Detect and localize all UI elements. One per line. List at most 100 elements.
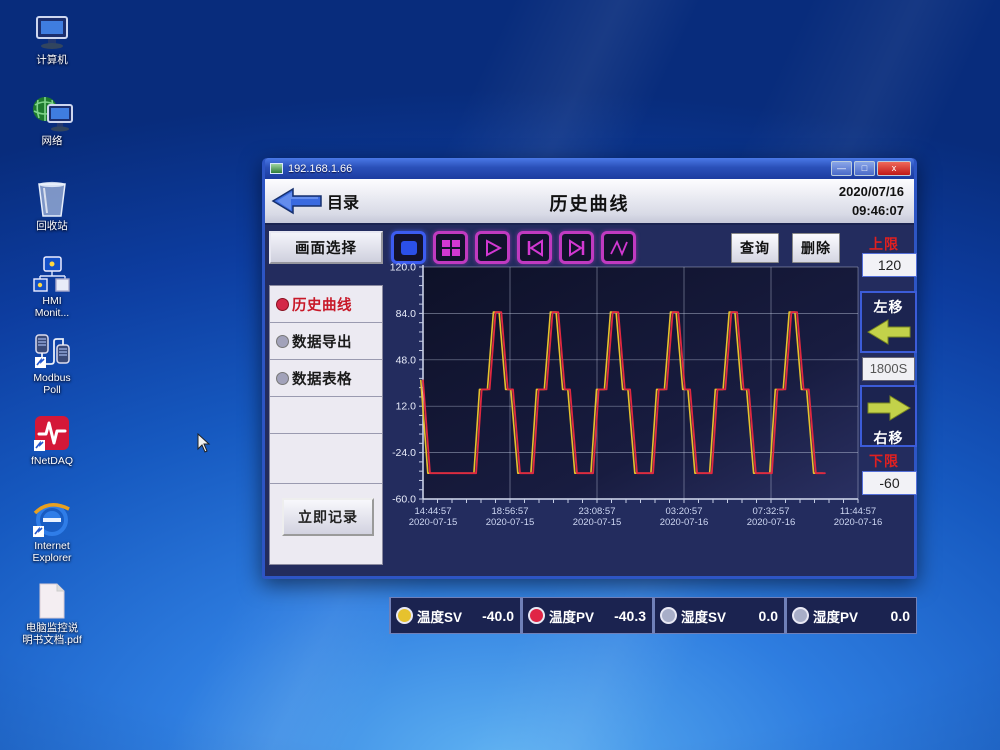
desktop-icon-fnetdaq[interactable]: fNetDAQ (10, 415, 94, 467)
sidebar-empty-row (270, 434, 382, 484)
sidebar-menu: 历史曲线 数据导出 数据表格 立即记录 (269, 285, 383, 565)
legend-item-temp-pv[interactable]: 温度PV -40.3 (521, 597, 653, 634)
chart-canvas: 120.084.048.012.0-24.0-60.014:44:572020-… (385, 261, 925, 533)
icon-label: Explorer (32, 552, 71, 564)
skip-to-start-button[interactable] (517, 231, 552, 264)
window-body: 画面选择 历史曲线 数据导出 数据表格 立即记录 (265, 225, 914, 576)
series-color-dot (660, 607, 677, 624)
datetime-display: 2020/07/16 09:46:07 (839, 182, 904, 220)
play-icon (483, 239, 503, 257)
legend-item-humid-pv[interactable]: 湿度PV 0.0 (785, 597, 917, 634)
series-color-dot (792, 607, 809, 624)
svg-text:2020-07-16: 2020-07-16 (834, 517, 883, 528)
icon-label: 明书文档.pdf (22, 634, 82, 646)
skip-to-end-button[interactable] (559, 231, 594, 264)
icon-label: 电脑监控说 (26, 622, 79, 634)
svg-text:11:44:57: 11:44:57 (840, 506, 876, 517)
icon-label: 网络 (42, 135, 63, 147)
series-label: 温度SV (417, 606, 462, 626)
svg-text:03:20:57: 03:20:57 (666, 506, 703, 517)
curve-mode-button[interactable] (601, 231, 636, 264)
maximize-button[interactable]: □ (854, 161, 875, 176)
series-color-dot (396, 607, 413, 624)
svg-text:48.0: 48.0 (396, 354, 417, 366)
network-icon (10, 95, 94, 133)
pdf-document-icon (10, 582, 94, 620)
app-icon (270, 163, 283, 174)
computer-icon (10, 14, 94, 52)
window-header: 目录 历史曲线 2020/07/16 09:46:07 (265, 179, 914, 225)
svg-text:07:32:57: 07:32:57 (753, 506, 790, 517)
series-color-dot (528, 607, 545, 624)
skip-end-icon (567, 239, 587, 257)
icon-label: Poll (43, 384, 61, 396)
recycle-bin-icon (10, 180, 94, 218)
window-title: 192.168.1.66 (288, 163, 829, 175)
date-text: 2020/07/16 (839, 182, 904, 201)
play-button[interactable] (475, 231, 510, 264)
modbus-poll-icon (10, 332, 94, 370)
radio-dot-icon (276, 298, 289, 311)
svg-text:2020-07-15: 2020-07-15 (573, 517, 622, 528)
current-screen-button[interactable] (391, 231, 426, 264)
upper-limit-label: 上限 (869, 234, 899, 254)
desktop-icon-pdf-document[interactable]: 电脑监控说明书文档.pdf (10, 582, 94, 646)
svg-text:14:44:57: 14:44:57 (415, 506, 452, 517)
time-text: 09:46:07 (839, 201, 904, 220)
icon-label: 回收站 (36, 220, 68, 232)
icon-label: Internet (34, 540, 70, 552)
window-titlebar[interactable]: 192.168.1.66 — □ x (265, 158, 914, 179)
desktop-icon-internet-explorer[interactable]: InternetExplorer (10, 500, 94, 564)
query-button[interactable]: 查询 (731, 233, 779, 263)
series-legend: 温度SV -40.0 温度PV -40.3 湿度SV 0.0 湿度PV 0.0 (389, 597, 917, 634)
svg-text:-60.0: -60.0 (392, 494, 416, 506)
sidebar-item-data-table[interactable]: 数据表格 (270, 360, 382, 397)
skip-start-icon (525, 239, 545, 257)
svg-text:120.0: 120.0 (390, 262, 416, 274)
series-value: -40.0 (482, 608, 514, 624)
sidebar-item-label: 历史曲线 (292, 294, 352, 315)
svg-text:2020-07-15: 2020-07-15 (409, 517, 458, 528)
series-value: 0.0 (759, 608, 778, 624)
hmi-monitor-icon (10, 255, 94, 293)
svg-text:23:08:57: 23:08:57 (579, 506, 616, 517)
desktop-icon-computer[interactable]: 计算机 (10, 14, 94, 66)
curve-icon (609, 239, 629, 257)
series-label: 湿度PV (813, 606, 858, 626)
desktop-icon-network[interactable]: 网络 (10, 95, 94, 147)
minimize-button[interactable]: — (831, 161, 852, 176)
sidebar-item-history-curve[interactable]: 历史曲线 (270, 286, 382, 323)
svg-text:2020-07-16: 2020-07-16 (747, 517, 796, 528)
sidebar-item-label: 数据导出 (292, 331, 352, 352)
grid-icon (441, 239, 461, 257)
sidebar-empty-row (270, 397, 382, 434)
icon-label: fNetDAQ (31, 455, 73, 467)
series-label: 温度PV (549, 606, 594, 626)
sidebar-header: 画面选择 (269, 231, 383, 264)
fnetdaq-icon (10, 415, 94, 453)
icon-label: Monit... (35, 307, 69, 319)
hmi-window: 192.168.1.66 — □ x 目录 历史曲线 2020/07/16 09… (262, 158, 917, 579)
sidebar-item-label: 数据表格 (292, 368, 352, 389)
svg-text:18:56:57: 18:56:57 (492, 506, 529, 517)
icon-label: HMI (42, 295, 61, 307)
svg-text:12.0: 12.0 (396, 401, 417, 413)
grid-view-button[interactable] (433, 231, 468, 264)
desktop-icon-modbus-poll[interactable]: ModbusPoll (10, 332, 94, 396)
radio-dot-icon (276, 372, 289, 385)
series-label: 湿度SV (681, 606, 726, 626)
delete-button[interactable]: 删除 (792, 233, 840, 263)
internet-explorer-icon (10, 500, 94, 538)
record-now-button[interactable]: 立即记录 (282, 498, 374, 536)
desktop-icon-hmi-monitor[interactable]: HMIMonit... (10, 255, 94, 319)
close-button[interactable]: x (877, 161, 911, 176)
icon-label: Modbus (33, 372, 70, 384)
legend-item-temp-sv[interactable]: 温度SV -40.0 (389, 597, 521, 634)
svg-text:2020-07-15: 2020-07-15 (486, 517, 535, 528)
sidebar-item-data-export[interactable]: 数据导出 (270, 323, 382, 360)
legend-item-humid-sv[interactable]: 湿度SV 0.0 (653, 597, 785, 634)
page-title: 历史曲线 (265, 190, 914, 216)
desktop-icon-recycle-bin[interactable]: 回收站 (10, 180, 94, 232)
series-value: -40.3 (614, 608, 646, 624)
radio-dot-icon (276, 335, 289, 348)
